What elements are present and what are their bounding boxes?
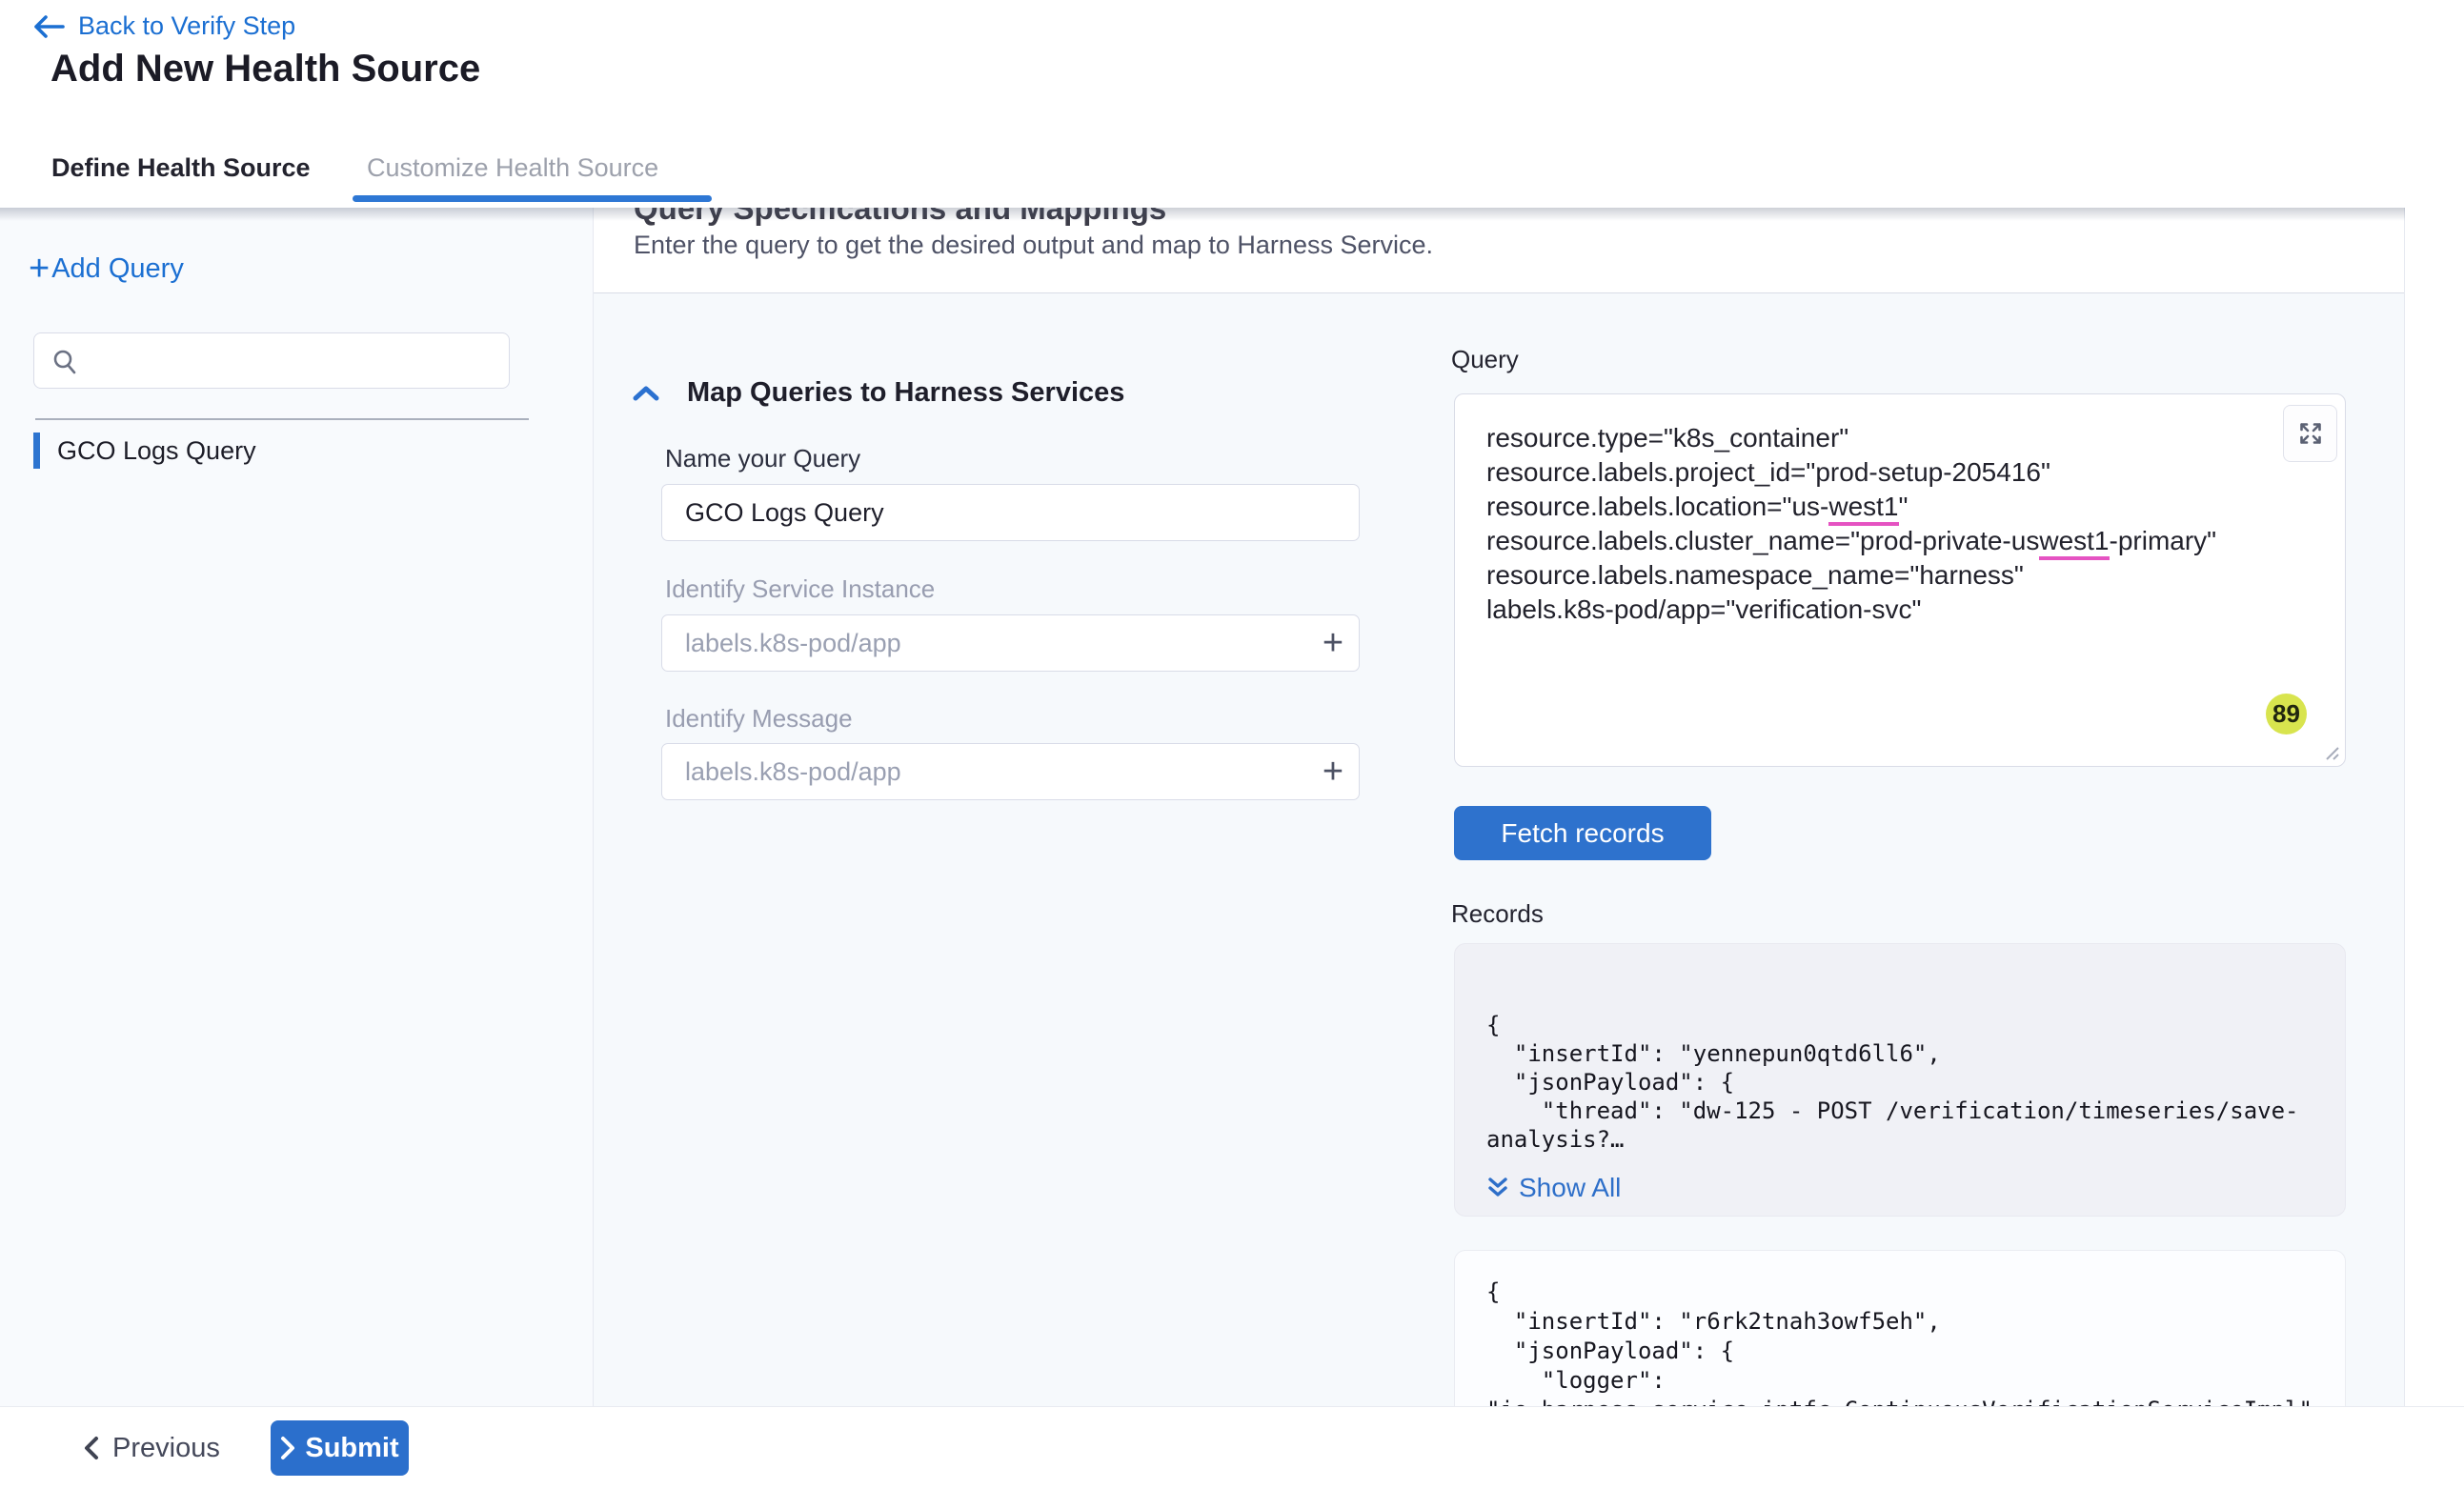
active-tab-indicator xyxy=(353,195,712,202)
sidebar-divider xyxy=(35,418,529,420)
query-search-box xyxy=(33,332,510,389)
chevron-left-icon xyxy=(82,1435,101,1461)
tab-define-health-source[interactable]: Define Health Source xyxy=(51,128,311,208)
section-subtitle: Enter the query to get the desired outpu… xyxy=(634,231,1433,260)
query-label: Query xyxy=(1451,345,1519,374)
submit-button[interactable]: Submit xyxy=(271,1420,409,1476)
main-panel: Query Specifications and Mappings Enter … xyxy=(594,208,2405,1406)
service-instance-field-wrap: + xyxy=(661,614,1360,672)
plus-icon: + xyxy=(29,255,50,283)
add-message-path-button[interactable]: + xyxy=(1307,746,1359,797)
code-line: "logger": xyxy=(1486,1366,2343,1396)
record-card: { "insertId": "r6rk2tnah3owf5eh", "jsonP… xyxy=(1454,1250,2346,1406)
maximize-icon xyxy=(2297,420,2324,447)
message-field-wrap: + xyxy=(661,743,1360,800)
query-sidebar: + Add Query GCO Logs Query xyxy=(0,208,594,1406)
search-icon xyxy=(51,348,78,374)
arrow-left-icon xyxy=(32,14,65,39)
show-all-button[interactable]: Show All xyxy=(1486,1173,1621,1203)
add-query-label: Add Query xyxy=(51,253,184,285)
query-mapping-panel: Map Queries to Harness Services Name you… xyxy=(594,293,2404,1406)
code-line: labels.k8s-pod/app="verification-svc" xyxy=(1486,593,2269,627)
fetch-records-button[interactable]: Fetch records xyxy=(1454,806,1711,860)
code-line: resource.labels.project_id="prod-setup-2… xyxy=(1486,455,2269,490)
map-queries-title: Map Queries to Harness Services xyxy=(687,377,1124,409)
tab-bar: Define Health Source Customize Health So… xyxy=(0,128,2464,208)
service-instance-input[interactable] xyxy=(662,629,1307,658)
back-link-label: Back to Verify Step xyxy=(78,11,295,41)
page-header: Back to Verify Step Add New Health Sourc… xyxy=(0,0,2464,129)
previous-label: Previous xyxy=(112,1433,220,1464)
spellcheck-underline: west1 xyxy=(2039,526,2109,560)
code-line: "jsonPayload": { xyxy=(1486,1068,2343,1097)
chevron-right-icon xyxy=(280,1436,295,1460)
query-name-input[interactable] xyxy=(662,498,1359,528)
code-line: resource.labels.cluster_name="prod-priva… xyxy=(1486,524,2269,558)
name-your-query-label: Name your Query xyxy=(665,444,860,473)
records-label: Records xyxy=(1451,899,1544,929)
back-to-verify-step-link[interactable]: Back to Verify Step xyxy=(29,8,299,45)
expand-query-button[interactable] xyxy=(2283,405,2337,462)
resize-handle[interactable] xyxy=(2318,739,2341,762)
submit-label: Submit xyxy=(305,1433,398,1464)
identify-service-instance-label: Identify Service Instance xyxy=(665,574,935,604)
show-all-label: Show All xyxy=(1519,1173,1621,1203)
query-search-input[interactable] xyxy=(78,346,509,375)
message-input[interactable] xyxy=(662,757,1307,787)
code-line: "insertId": "yennepun0qtd6ll6", xyxy=(1486,1039,2343,1068)
code-line: "insertId": "r6rk2tnah3owf5eh", xyxy=(1486,1307,2343,1337)
section-header: Query Specifications and Mappings Enter … xyxy=(594,208,2404,293)
chevron-up-icon xyxy=(632,384,660,403)
code-line: "io.harness.service.intfc.ContinuousVeri… xyxy=(1486,1396,2343,1406)
selected-indicator-bar xyxy=(33,433,40,469)
record-json: { "insertId": "yennepun0qtd6ll6", "jsonP… xyxy=(1486,1011,2343,1163)
record-card: { "insertId": "yennepun0qtd6ll6", "jsonP… xyxy=(1454,943,2346,1217)
identify-message-label: Identify Message xyxy=(665,704,853,734)
page-title: Add New Health Source xyxy=(50,48,480,91)
code-line: resource.labels.namespace_name="harness" xyxy=(1486,558,2269,593)
spellcheck-underline: west1 xyxy=(1828,492,1898,526)
record-json: { "insertId": "r6rk2tnah3owf5eh", "jsonP… xyxy=(1486,1278,2343,1406)
section-title: Query Specifications and Mappings xyxy=(634,208,1166,227)
query-name-field-wrap xyxy=(661,484,1360,541)
query-item-label: GCO Logs Query xyxy=(57,436,256,466)
double-chevron-down-icon xyxy=(1486,1175,1509,1201)
query-text: resource.type="k8s_container"resource.la… xyxy=(1486,421,2269,627)
code-line: "thread": "dw-125 - POST /verification/t… xyxy=(1486,1097,2343,1125)
footer-bar: Previous Submit xyxy=(0,1406,2464,1489)
previous-button[interactable]: Previous xyxy=(76,1426,226,1470)
content-area: + Add Query GCO Logs Query Query Specifi… xyxy=(0,208,2464,1406)
code-line: analysis?… xyxy=(1486,1125,2343,1154)
sidebar-item-gco-logs-query[interactable]: GCO Logs Query xyxy=(0,432,534,470)
code-line: { xyxy=(1486,1278,2343,1307)
code-line: resource.labels.location="us-west1" xyxy=(1486,490,2269,524)
add-service-instance-path-button[interactable]: + xyxy=(1307,617,1359,669)
map-queries-section-header[interactable]: Map Queries to Harness Services xyxy=(632,377,1124,409)
code-line: resource.type="k8s_container" xyxy=(1486,421,2269,455)
add-query-button[interactable]: + Add Query xyxy=(25,250,188,289)
char-count-badge: 89 xyxy=(2266,694,2307,734)
code-line: { xyxy=(1486,1011,2343,1039)
code-line: "jsonPayload": { xyxy=(1486,1337,2343,1366)
query-textarea[interactable]: resource.type="k8s_container"resource.la… xyxy=(1454,393,2346,767)
